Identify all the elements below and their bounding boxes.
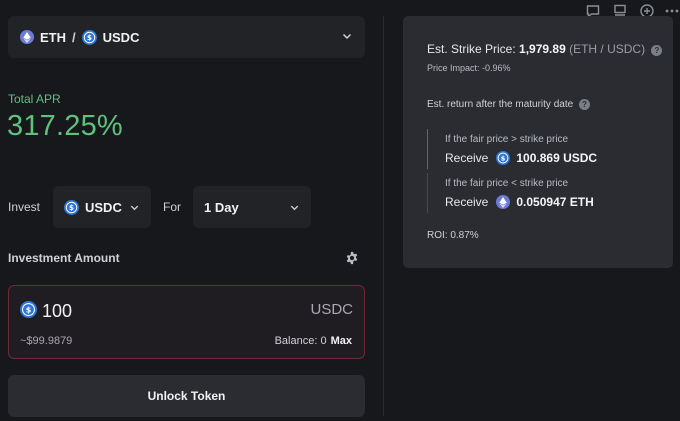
receive-amount: 0.050947 ETH [516,195,594,209]
receive-row: Receive 0.050947 ETH [445,195,657,209]
eth-coin-icon [20,30,34,44]
case-above-strike: If the fair price > strike price Receive… [427,129,657,169]
max-button[interactable]: Max [331,335,352,347]
receive-row: Receive $ 100.869 USDC [445,151,657,165]
apr-value: 317.25% [7,110,123,142]
roi-value: ROI: 0.87% [427,230,479,241]
usdc-coin-icon: $ [496,151,511,165]
strike-price-unit: (ETH / USDC) [569,42,646,56]
chevron-down-icon [129,201,140,212]
column-divider [383,16,384,416]
svg-text:$: $ [26,305,32,314]
amount-unit: USDC [310,301,353,318]
pair-quote-label: USDC [102,29,140,45]
chevron-down-icon [341,30,353,42]
receive-amount: 100.869 USDC [516,151,598,165]
usdc-coin-icon: $ [64,199,79,215]
invest-coin-select[interactable]: $ USDC [53,186,151,228]
invest-coin-label: USDC [85,199,122,215]
usdc-coin-icon: $ [81,29,97,45]
svg-text:$: $ [501,154,506,162]
duration-label: 1 Day [204,199,239,215]
balance-value: 0 [320,335,327,347]
invest-label: Invest [8,200,41,214]
balance-label: Balance: [274,335,318,347]
case-condition: If the fair price > strike price [445,134,569,145]
svg-text:$: $ [69,203,74,212]
chevron-down-icon [289,201,300,212]
duration-select[interactable]: 1 Day [193,186,311,228]
receive-label: Receive [445,151,489,165]
pair-selector[interactable]: ETH / $ USDC [8,16,365,58]
balance: Balance: 0 Max [275,335,352,347]
strike-price-value: 1,979.89 [519,42,566,56]
unlock-token-button[interactable]: Unlock Token [8,375,365,417]
gear-icon[interactable] [345,251,359,265]
estimate-panel: Est. Strike Price: 1,979.89 (ETH / USDC)… [403,16,673,268]
amount-box: $ USDC ~$99.9879 Balance: 0 Max [8,285,365,359]
case-below-strike: If the fair price < strike price Receive… [427,173,657,213]
pair-separator: / [72,29,76,45]
usdc-coin-icon: $ [20,301,37,318]
est-return-label: Est. return after the maturity date [427,99,574,110]
apr-label: Total APR [8,92,61,106]
pair-base-label: ETH [40,29,66,45]
price-impact: Price Impact: -0.96% [427,63,511,73]
receive-label: Receive [445,195,489,209]
question-icon[interactable]: ? [651,45,663,56]
for-label: For [163,200,181,214]
investment-amount-label: Investment Amount [8,251,120,265]
strike-price-label: Est. Strike Price: [427,42,516,56]
question-icon[interactable]: ? [578,99,590,110]
amount-input[interactable] [42,298,242,324]
case-condition: If the fair price < strike price [445,178,569,189]
svg-text:$: $ [87,33,92,42]
strike-price-row: Est. Strike Price: 1,979.89 (ETH / USDC)… [427,42,663,56]
eth-coin-icon [496,195,511,209]
est-return-row: Est. return after the maturity date ? [427,99,590,110]
amount-usd-estimate: ~$99.9879 [20,335,73,347]
